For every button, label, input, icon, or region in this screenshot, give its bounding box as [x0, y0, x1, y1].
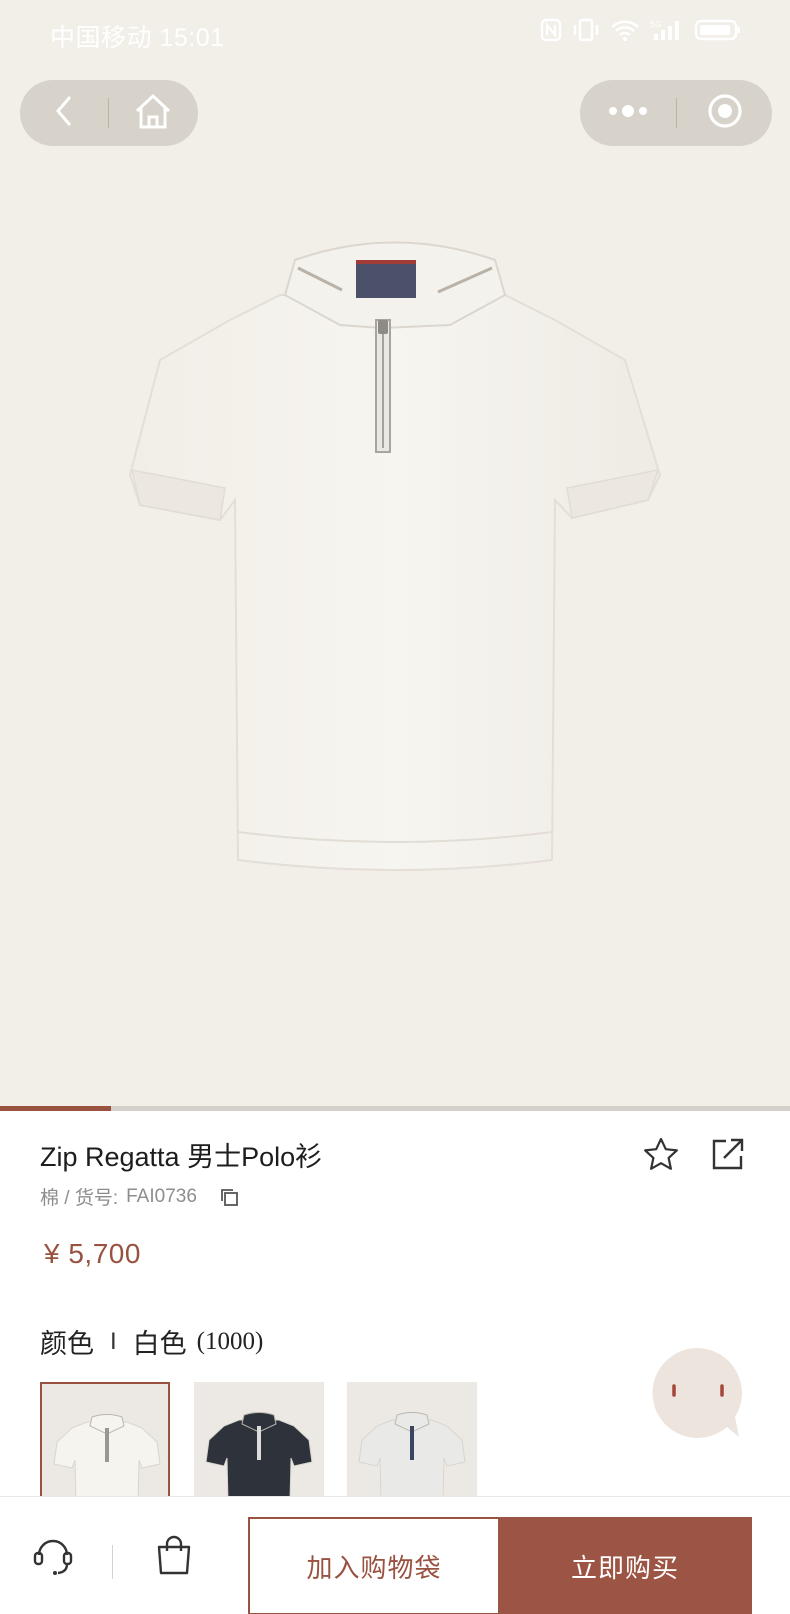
product-meta: 棉 / 货号: FAI0736 [40, 1183, 239, 1210]
vibrate-icon [572, 18, 600, 42]
customer-service-icon[interactable] [32, 1533, 74, 1582]
shopping-bag-icon[interactable] [154, 1533, 194, 1582]
nfc-icon [540, 18, 562, 42]
product-price: ¥ 5,700 [44, 1238, 141, 1269]
home-button[interactable] [109, 80, 197, 146]
product-sku: FAI0736 [126, 1185, 197, 1207]
selected-color-code: (1000) [196, 1327, 264, 1355]
product-image[interactable] [120, 220, 670, 880]
color-separator: I [110, 1327, 117, 1355]
battery-icon [694, 18, 742, 42]
home-icon [133, 92, 173, 135]
color-swatch-navy[interactable] [194, 1382, 324, 1502]
bottom-bar-divider [112, 1545, 113, 1579]
svg-text:5G: 5G [650, 20, 661, 29]
product-actions [642, 1136, 746, 1179]
copy-icon[interactable] [219, 1187, 239, 1207]
product-gallery[interactable]: 中国移动 15:01 5G [0, 0, 790, 1111]
favorite-star-icon[interactable] [642, 1136, 680, 1179]
color-swatch-white[interactable] [40, 1382, 170, 1502]
close-miniapp-button[interactable] [677, 80, 772, 146]
back-icon [54, 94, 74, 133]
nav-capsule-right [580, 80, 772, 146]
status-icons: 5G [540, 18, 742, 42]
assistant-chat-button[interactable] [648, 1344, 746, 1442]
wifi-icon [610, 18, 640, 42]
selected-color-name: 白色 [132, 1329, 187, 1359]
carrier-time: 中国移动 15:01 [50, 24, 225, 52]
buy-now-button[interactable]: 立即购买 [498, 1517, 752, 1614]
color-selector-label: 颜色 I 白色 (1000) [40, 1322, 263, 1361]
status-bar: 中国移动 15:01 5G [0, 0, 790, 66]
more-button[interactable] [580, 80, 676, 146]
gallery-progress-fill [0, 1106, 111, 1111]
product-meta-label: 棉 / 货号: [40, 1188, 119, 1209]
gallery-progress [0, 1106, 790, 1111]
add-to-bag-button[interactable]: 加入购物袋 [248, 1517, 500, 1614]
product-title: Zip Regatta 男士Polo衫 [40, 1142, 323, 1172]
back-button[interactable] [20, 80, 108, 146]
close-miniapp-icon [707, 93, 743, 134]
share-icon[interactable] [710, 1136, 746, 1179]
bottom-action-bar: 加入购物袋 立即购买 [0, 1496, 790, 1614]
color-swatch-light-grey[interactable] [347, 1382, 477, 1502]
nav-capsule-left [20, 80, 198, 146]
signal-icon: 5G [650, 18, 684, 42]
more-icon [607, 104, 649, 123]
color-label: 颜色 [40, 1329, 94, 1359]
